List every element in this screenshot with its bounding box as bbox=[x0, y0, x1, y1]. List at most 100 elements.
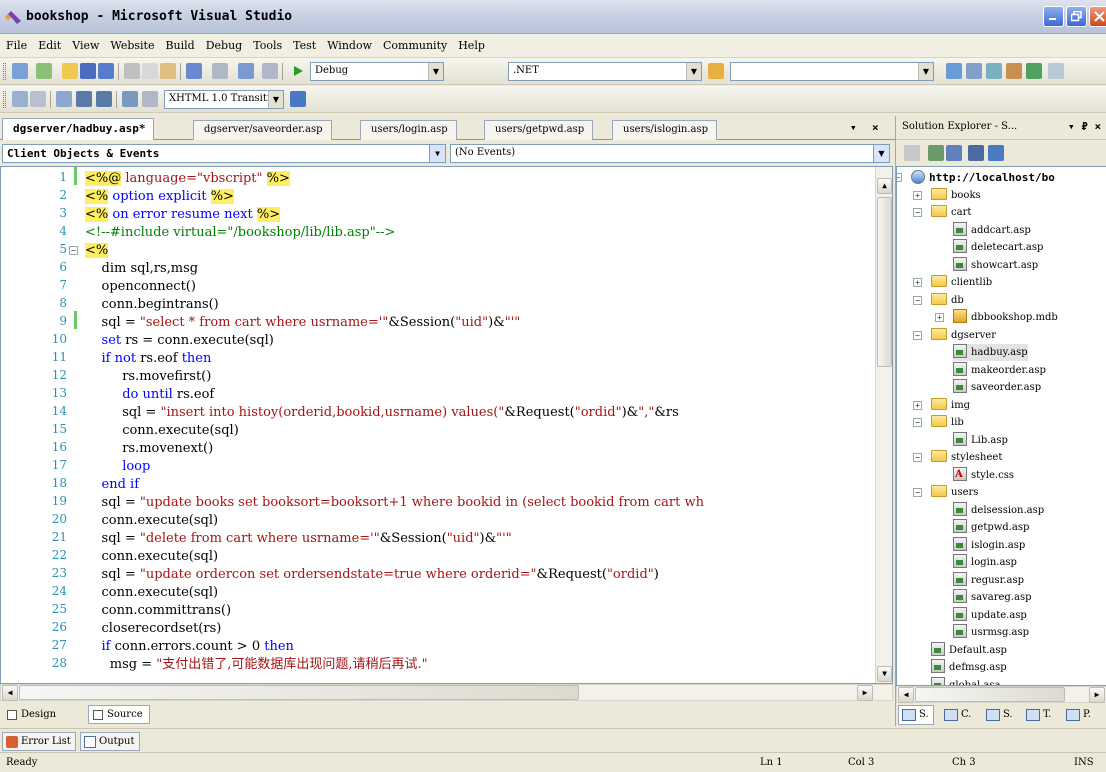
tree-file[interactable]: hadbuy.asp bbox=[953, 344, 1028, 361]
code-line[interactable]: <% bbox=[85, 242, 109, 260]
menu-tools[interactable]: Tools bbox=[253, 39, 282, 52]
find-combo[interactable]: ▼ bbox=[730, 62, 934, 81]
code-line[interactable]: if not rs.eof then bbox=[85, 350, 212, 368]
code-line[interactable]: conn.committrans() bbox=[85, 602, 232, 620]
code-line[interactable]: conn.execute(sql) bbox=[85, 422, 239, 440]
scroll-right-button[interactable]: ▶ bbox=[1089, 687, 1105, 703]
tree-file[interactable]: addcart.asp bbox=[953, 221, 1031, 239]
scroll-left-button[interactable]: ◀ bbox=[898, 687, 914, 703]
start-debugging-icon[interactable] bbox=[290, 63, 306, 79]
tab-getpwd[interactable]: users/getpwd.asp bbox=[484, 120, 594, 140]
tree-file[interactable]: savareg.asp bbox=[953, 589, 1031, 606]
find-in-files-icon[interactable] bbox=[708, 63, 724, 79]
collapse-icon[interactable]: − bbox=[913, 208, 922, 217]
tree-file[interactable]: regusr.asp bbox=[953, 571, 1024, 589]
properties-icon[interactable] bbox=[966, 63, 982, 79]
code-line[interactable]: <!--#include virtual="/bookshop/lib/lib.… bbox=[85, 224, 395, 242]
tree-file[interactable]: deletecart.asp bbox=[953, 239, 1043, 256]
minimize-button[interactable] bbox=[1043, 6, 1064, 27]
restore-button[interactable] bbox=[1066, 6, 1087, 27]
menu-help[interactable]: Help bbox=[458, 39, 485, 52]
properties-icon[interactable] bbox=[904, 145, 920, 161]
expand-icon[interactable]: + bbox=[913, 400, 922, 410]
collapse-icon[interactable]: − bbox=[897, 173, 902, 182]
code-line[interactable]: sql = "update ordercon set ordersendstat… bbox=[85, 566, 659, 584]
menu-window[interactable]: Window bbox=[327, 39, 372, 52]
expand-icon[interactable]: + bbox=[913, 190, 922, 200]
copy-website-icon[interactable] bbox=[988, 145, 1004, 161]
solution-configuration-select[interactable]: Debug ▼ bbox=[310, 62, 444, 81]
code-line[interactable]: conn.execute(sql) bbox=[85, 512, 219, 530]
tab-saveorder[interactable]: dgserver/saveorder.asp bbox=[193, 120, 332, 140]
collapse-icon[interactable]: − bbox=[913, 330, 922, 340]
new-project-icon[interactable] bbox=[12, 63, 28, 79]
tree-folder[interactable]: db bbox=[931, 292, 964, 309]
tree-folder[interactable]: cart bbox=[931, 204, 971, 221]
close-window-button[interactable] bbox=[1089, 6, 1106, 27]
code-line[interactable]: openconnect() bbox=[85, 278, 196, 296]
horizontal-scrollbar[interactable]: ◀ ▶ bbox=[0, 684, 893, 701]
navigate-forward-icon[interactable] bbox=[262, 63, 278, 79]
target-schema-select[interactable]: XHTML 1.0 Transitio ▼ bbox=[164, 90, 284, 109]
code-line[interactable]: sql = "insert into histoy(orderid,bookid… bbox=[85, 404, 679, 422]
tree-folder[interactable]: lib bbox=[931, 414, 964, 431]
scroll-up-button[interactable]: ▲ bbox=[877, 178, 892, 194]
solution-platform-select[interactable]: .NET ▼ bbox=[508, 62, 702, 81]
view-designer-icon[interactable] bbox=[968, 145, 984, 161]
menu-website[interactable]: Website bbox=[110, 39, 154, 52]
code-line[interactable]: sql = "delete from cart where usrname='"… bbox=[85, 530, 512, 548]
tree-file[interactable]: http://localhost/bo bbox=[911, 169, 1055, 186]
tab-toolbox[interactable]: T. bbox=[1022, 705, 1056, 725]
tab-server-explorer[interactable]: S. bbox=[982, 705, 1018, 725]
add-item-icon[interactable] bbox=[36, 63, 52, 79]
menu-community[interactable]: Community bbox=[383, 39, 447, 52]
tree-file[interactable]: login.asp bbox=[953, 554, 1017, 571]
tag-navigator-right[interactable] bbox=[870, 705, 886, 724]
tree-folder[interactable]: stylesheet bbox=[931, 449, 1002, 466]
menu-edit[interactable]: Edit bbox=[38, 39, 61, 52]
code-text[interactable]: <%@ language="vbscript" %> <% option expl… bbox=[85, 167, 875, 683]
toolbar-grip[interactable] bbox=[3, 63, 6, 80]
menu-test[interactable]: Test bbox=[293, 39, 316, 52]
cut-icon[interactable] bbox=[124, 63, 140, 79]
code-line[interactable]: conn.begintrans() bbox=[85, 296, 219, 314]
redo-icon[interactable] bbox=[212, 63, 228, 79]
tree-file[interactable]: delsession.asp bbox=[953, 501, 1044, 519]
source-view-button[interactable]: Source bbox=[88, 705, 150, 724]
code-line[interactable]: loop bbox=[85, 458, 150, 476]
code-line[interactable]: conn.execute(sql) bbox=[85, 584, 219, 602]
tree-file[interactable]: islogin.asp bbox=[953, 536, 1025, 554]
indent-icon[interactable] bbox=[96, 91, 112, 107]
tree-file[interactable]: showcart.asp bbox=[953, 256, 1038, 274]
tree-file[interactable]: makeorder.asp bbox=[953, 361, 1046, 379]
comment-icon[interactable] bbox=[122, 91, 138, 107]
tree-file[interactable]: saveorder.asp bbox=[953, 379, 1041, 396]
save-all-icon[interactable] bbox=[98, 63, 114, 79]
solution-horizontal-scrollbar[interactable]: ◀ ▶ bbox=[896, 686, 1106, 703]
class-view-icon[interactable] bbox=[1048, 63, 1064, 79]
object-browser-icon[interactable] bbox=[986, 63, 1002, 79]
code-editor[interactable]: 1 2 3 4 5 6 7 8 9 10 11 12 13 14 15 16 17 18 19 20 21 22 23 24 2… bbox=[0, 166, 893, 684]
events-dropdown[interactable]: (No Events) ▼ bbox=[450, 144, 890, 163]
tree-file[interactable]: defmsg.asp bbox=[931, 659, 1007, 676]
code-line[interactable]: msg = "支付出错了,可能数据库出现问题,请稍后再试." bbox=[85, 656, 428, 674]
code-line[interactable]: do until rs.eof bbox=[85, 386, 214, 404]
code-line[interactable]: closerecordset(rs) bbox=[85, 620, 222, 638]
code-line[interactable]: <% option explicit %> bbox=[85, 188, 234, 206]
tree-file[interactable]: global.asa bbox=[931, 676, 1000, 685]
tree-folder[interactable]: books bbox=[931, 187, 981, 204]
tree-folder[interactable]: users bbox=[931, 484, 978, 501]
expand-icon[interactable]: + bbox=[913, 278, 922, 287]
collapse-region-icon[interactable]: − bbox=[69, 246, 78, 255]
scroll-thumb[interactable] bbox=[915, 687, 1065, 702]
design-view-button[interactable]: Design bbox=[2, 705, 63, 724]
scroll-thumb[interactable] bbox=[19, 685, 579, 700]
tree-folder[interactable]: dgserver bbox=[931, 327, 996, 344]
scroll-right-button[interactable]: ▶ bbox=[857, 685, 873, 701]
validate-icon[interactable] bbox=[30, 91, 46, 107]
copy-icon[interactable] bbox=[142, 63, 158, 79]
close-document-button[interactable]: × bbox=[872, 121, 879, 134]
solution-explorer-icon[interactable] bbox=[946, 63, 962, 79]
navigate-backward-icon[interactable] bbox=[238, 63, 254, 79]
code-line[interactable]: <% on error resume next %> bbox=[85, 206, 281, 224]
